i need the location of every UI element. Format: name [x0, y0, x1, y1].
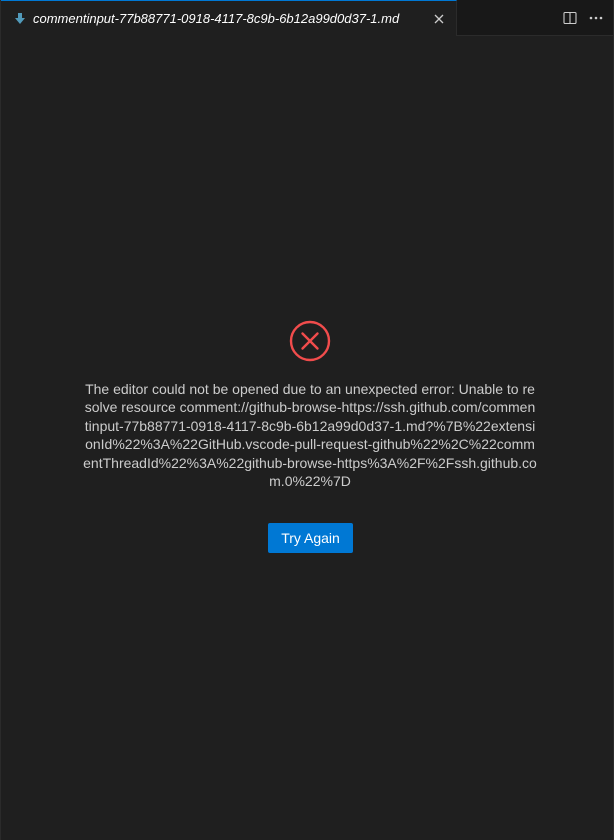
- tab-bar: commentinput-77b88771-0918-4117-8c9b-6b1…: [1, 0, 613, 36]
- close-icon[interactable]: [430, 10, 448, 28]
- try-again-button[interactable]: Try Again: [268, 523, 353, 553]
- error-message: The editor could not be opened due to an…: [83, 381, 537, 490]
- error-circle-icon: [289, 320, 331, 362]
- tab-label: commentinput-77b88771-0918-4117-8c9b-6b1…: [33, 11, 400, 26]
- tab-commentinput[interactable]: commentinput-77b88771-0918-4117-8c9b-6b1…: [1, 0, 457, 36]
- split-editor-icon[interactable]: [561, 9, 579, 27]
- markdown-arrow-icon: [13, 12, 27, 26]
- editor-window: commentinput-77b88771-0918-4117-8c9b-6b1…: [0, 0, 614, 840]
- more-actions-icon[interactable]: [587, 9, 605, 27]
